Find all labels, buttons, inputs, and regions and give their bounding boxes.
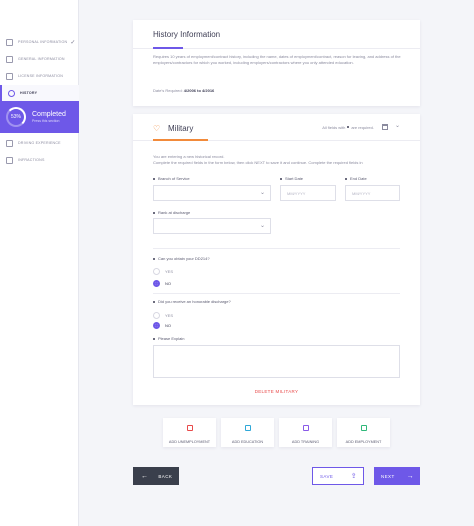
military-badge-icon: ♡ (153, 124, 161, 133)
required-note: All fields with are required. (322, 125, 374, 130)
start-date-input[interactable]: MM/YYYY (280, 185, 336, 201)
sidebar-item-driving-experience[interactable]: Driving Experience (0, 135, 79, 151)
radio-button[interactable] (153, 312, 160, 319)
sidebar-item-history[interactable]: History (0, 85, 79, 101)
sidebar-item-general-information[interactable]: General Information (0, 51, 79, 67)
add-training-button[interactable]: ADD TRAINING (279, 418, 332, 447)
history-description: Requires 10 years of employment/contract… (153, 54, 401, 65)
title-accent (153, 47, 183, 49)
end-date-input[interactable]: MM/YYYY (345, 185, 400, 201)
document-icon (6, 55, 13, 63)
divider (153, 293, 400, 294)
dates-label: Date's Required: (153, 88, 183, 93)
warning-icon (6, 156, 13, 164)
radio-button-selected[interactable] (153, 322, 160, 329)
delete-military-link[interactable]: DELETE MILITARY (133, 389, 420, 394)
sidebar: Personal Information ✓ General Informati… (0, 0, 79, 526)
chevron-down-icon: ⌄ (259, 190, 265, 196)
sidebar-item-label: History (20, 91, 38, 95)
save-button[interactable]: SAVE ⇪ (312, 467, 364, 485)
calendar-icon[interactable] (382, 124, 388, 130)
explain-label: Please Explain (153, 336, 184, 341)
start-date-label: Start Date (280, 176, 303, 181)
chevron-down-icon[interactable]: ⌄ (395, 122, 400, 129)
sidebar-item-label: General Information (18, 57, 65, 61)
sidebar-item-personal-information[interactable]: Personal Information ✓ (0, 34, 79, 50)
explain-textarea[interactable] (153, 345, 400, 378)
add-education-button[interactable]: ADD EDUCATION (221, 418, 274, 447)
sidebar-item-infractions[interactable]: Infractions (0, 152, 79, 168)
sidebar-item-label: Infractions (18, 158, 45, 162)
required-dot (347, 126, 350, 128)
branch-label: Branch of Service (153, 176, 190, 181)
divider (153, 248, 400, 249)
progress-card[interactable]: 53% Completed Press this section (0, 101, 79, 133)
title-accent (153, 139, 208, 141)
clock-icon (8, 89, 15, 97)
sidebar-item-license-information[interactable]: License Information (0, 68, 79, 84)
progress-ring: 53% (6, 107, 26, 127)
back-button[interactable]: ← BACK (133, 467, 179, 485)
history-information-card: History Information Requires 10 years of… (133, 20, 420, 106)
history-title: History Information (153, 30, 221, 39)
form-intro: You are entering a new historical record… (153, 154, 363, 165)
add-employment-button[interactable]: ADD EMPLOYMENT (337, 418, 390, 447)
education-icon (244, 425, 251, 431)
check-icon: ✓ (70, 39, 76, 46)
honorable-no-option[interactable]: NO (153, 322, 171, 329)
progress-percent: 53% (10, 114, 21, 120)
radio-button[interactable] (153, 268, 160, 275)
progress-subtitle: Press this section (32, 119, 60, 123)
truck-icon (6, 139, 13, 147)
arrow-left-icon: ← (141, 472, 149, 480)
dd214-yes-option[interactable]: YES (153, 268, 173, 275)
person-icon (6, 38, 13, 46)
rank-select[interactable]: ⌄ (153, 218, 271, 234)
add-unemployment-button[interactable]: ADD UNEMPLOYMENT (163, 418, 216, 447)
license-icon (6, 72, 13, 80)
next-button[interactable]: NEXT → (374, 467, 420, 485)
dates-required: Date's Required: 4/2006 to 4/2016 (153, 88, 214, 93)
dates-value: 4/2006 to 4/2016 (183, 88, 215, 93)
military-card: ♡ Military All fields with are required. … (133, 114, 420, 405)
unemployment-icon (186, 425, 193, 431)
honorable-discharge-question: Did you receive an honorable discharge? (153, 299, 231, 304)
branch-of-service-select[interactable]: ⌄ (153, 185, 271, 201)
sidebar-item-label: Driving Experience (18, 141, 61, 145)
military-title: Military (168, 124, 194, 133)
dd214-no-option[interactable]: NO (153, 280, 171, 287)
rank-label: Rank at discharge (153, 210, 190, 215)
end-date-label: End Date (345, 176, 367, 181)
progress-title: Completed (32, 111, 66, 118)
upload-icon: ⇪ (350, 473, 357, 480)
dd214-question: Can you obtain your DD214? (153, 256, 210, 261)
honorable-yes-option[interactable]: YES (153, 312, 173, 319)
arrow-right-icon: → (406, 472, 414, 480)
radio-button-selected[interactable] (153, 280, 160, 287)
training-icon (302, 425, 309, 431)
sidebar-item-label: License Information (18, 74, 64, 78)
chevron-down-icon: ⌄ (259, 223, 265, 229)
employment-icon (360, 425, 367, 431)
sidebar-item-label: Personal Information (18, 40, 68, 44)
